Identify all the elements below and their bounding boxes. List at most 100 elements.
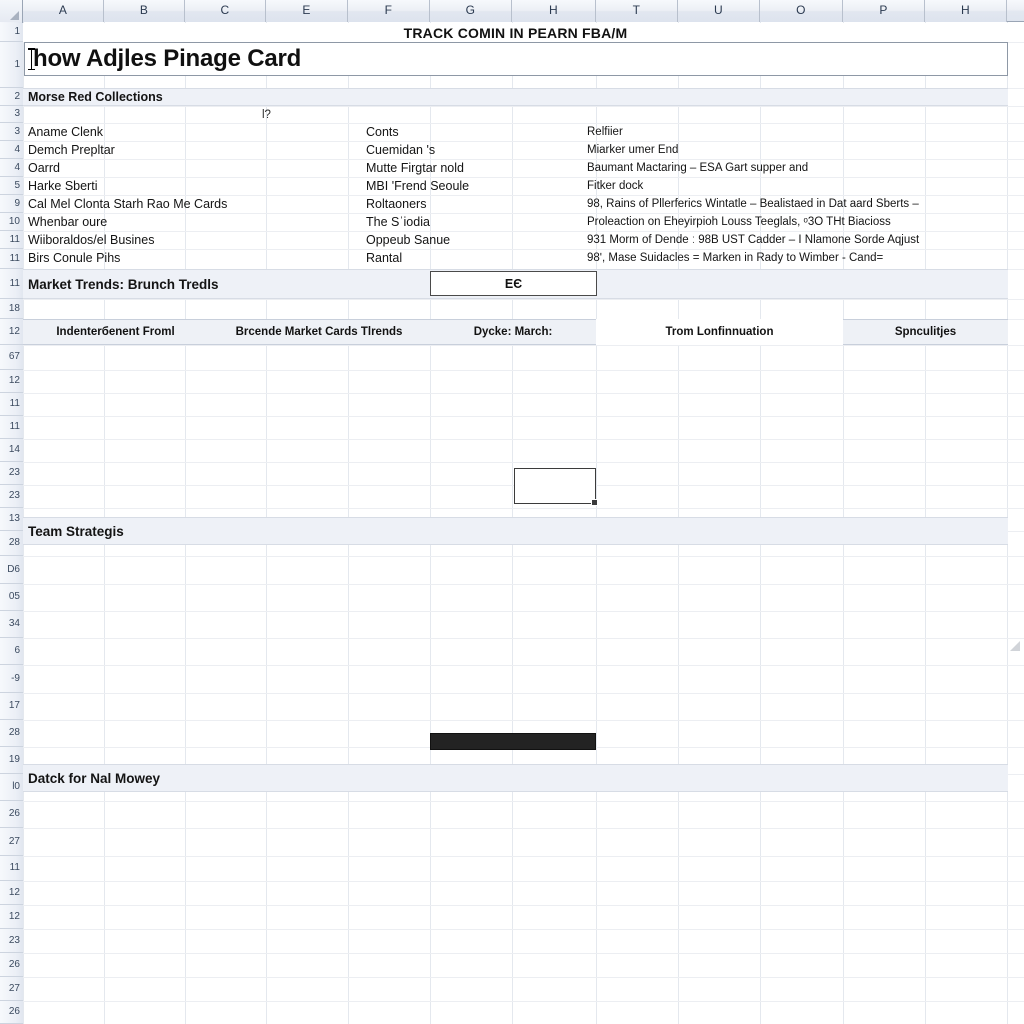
column-header-h-6[interactable]: H [512,0,596,22]
collection-row-name: Oarrd [28,161,60,175]
collection-row-name: Whenbar oure [28,215,108,229]
collection-row-detail: Miarker umer End [587,144,679,156]
row-header-8[interactable]: 9 [0,195,23,213]
market-table-column-header-3[interactable]: Trom Lonfinnuation [596,319,843,345]
filled-dark-cell-bar[interactable] [430,733,596,750]
row-header-9[interactable]: 10 [0,213,23,231]
row-header-25[interactable]: 05 [0,584,23,611]
row-header-31[interactable]: 19 [0,747,23,774]
row-header-20[interactable]: 23 [0,462,23,485]
row-header-13[interactable]: 18 [0,299,23,319]
row-header-30[interactable]: 28 [0,720,23,747]
text-caret-icon [28,48,35,70]
row-header-14[interactable]: 12 [0,319,23,345]
collection-row-detail: Baumant Mactaring – ESA Gart supper and [587,162,809,174]
grid-hline [23,801,1024,802]
row-header-41[interactable]: 26 [0,1001,23,1024]
collection-row-detail: Proleaction on Eheyirpioh Louss Teeglals… [587,216,891,228]
row-header-35[interactable]: 11 [0,856,23,881]
active-cell-selection[interactable] [514,468,598,506]
row-header-11[interactable]: 11 [0,249,23,269]
row-header-36[interactable]: 12 [0,881,23,905]
collection-row-name: Aname Clenk [28,125,104,139]
grid-hline [23,881,1024,882]
row-header-4[interactable]: 3 [0,123,23,141]
column-header-o-9[interactable]: O [760,0,843,22]
row-header-39[interactable]: 26 [0,953,23,977]
market-table-column-header-2[interactable]: Dycke: March: [430,319,596,345]
column-header-t-7[interactable]: T [596,0,678,22]
column-header-u-8[interactable]: U [678,0,760,22]
collection-row-mid: The Sˈiodia [366,215,430,229]
row-header-17[interactable]: 11 [0,393,23,416]
grid-hline [23,611,1024,612]
grid-hline [23,905,1024,906]
column-header-b-1[interactable]: B [104,0,185,22]
section-title-morse-red-collections: Morse Red Collections [28,90,163,104]
row-header-27[interactable]: 6 [0,638,23,665]
column-header-h-11[interactable]: H [925,0,1007,22]
grid-hline [23,584,1024,585]
grid-hline [23,556,1024,557]
collection-row-mid: Cuemidan 's [366,143,436,157]
market-table-column-header-4[interactable]: Spnculitjes [843,319,1008,345]
row-header-23[interactable]: 28 [0,531,23,556]
grid-hline [23,929,1024,930]
collection-row-detail: Fitker dock [587,180,644,192]
page-title-cell[interactable]: how Adjles Pinage Card [24,42,1008,76]
column-header-band[interactable]: ABCEFGHTUOPH [0,0,1024,22]
section-title-team-strategis: Team Strategis [28,523,124,539]
row-header-19[interactable]: 14 [0,439,23,462]
row-header-24[interactable]: D6 [0,556,23,584]
row-header-37[interactable]: 12 [0,905,23,929]
market-table-column-header-0[interactable]: Indenterбenent Froml [23,319,208,345]
market-value-box[interactable]: ЕЄ [430,271,597,296]
row-header-band[interactable]: 1 1 2 3 3 4 4 5 9 10 11 11 11 18 12 67 12 11 11 14 23 23 13 28 D… [0,22,23,1024]
row-header-10[interactable]: 11 [0,231,23,249]
row-header-34[interactable]: 27 [0,828,23,856]
row-header-0[interactable]: 1 [0,23,23,42]
grid-hline [23,345,1024,346]
column-header-f-4[interactable]: F [348,0,430,22]
column-header-a-0[interactable]: A [23,0,104,22]
spreadsheet-canvas[interactable]: Indenterбenent Froml Brcende Market Cards… [0,0,1024,1024]
row-header-12[interactable]: 11 [0,269,23,299]
row-header-32[interactable]: l0 [0,774,23,801]
grid-hline [23,977,1024,978]
column-header-p-10[interactable]: P [843,0,925,22]
column-header-c-2[interactable]: C [185,0,266,22]
collection-row-mid: Rantal [366,251,403,265]
row-header-1[interactable]: 1 [0,42,23,88]
row-header-16[interactable]: 12 [0,370,23,393]
grid-hline [23,856,1024,857]
row-header-18[interactable]: 11 [0,416,23,439]
grid-hline [23,828,1024,829]
grid-hline [23,953,1024,954]
row-header-2[interactable]: 2 [0,88,23,106]
fill-handle-icon[interactable] [591,499,598,506]
column-header-e-3[interactable]: E [266,0,348,22]
row-header-21[interactable]: 23 [0,485,23,508]
row-header-33[interactable]: 26 [0,801,23,828]
column-header-g-5[interactable]: G [430,0,512,22]
row-header-3[interactable]: 3 [0,106,23,123]
row-header-28[interactable]: -9 [0,665,23,693]
grid-hline [23,416,1024,417]
row-header-5[interactable]: 4 [0,141,23,159]
collection-row-name: Wiiboraldos/el Busines [28,233,155,247]
row-header-6[interactable]: 4 [0,159,23,177]
market-table-column-header-1[interactable]: Brcende Market Cards Tlrends [208,319,430,345]
grid-hline [23,439,1024,440]
row-header-26[interactable]: 34 [0,611,23,638]
collection-row-mid: Oppeub Sanue [366,233,451,247]
row-header-22[interactable]: 13 [0,508,23,531]
row-header-38[interactable]: 23 [0,929,23,953]
row-header-7[interactable]: 5 [0,177,23,195]
grid-hline [23,1001,1024,1002]
scroll-arrow-icon[interactable] [1008,640,1022,654]
row-header-15[interactable]: 67 [0,345,23,370]
select-all-corner-button[interactable] [0,0,23,22]
row-header-40[interactable]: 27 [0,977,23,1001]
row-header-29[interactable]: 17 [0,693,23,720]
collection-row-detail: 931 Morm of Dende ː 98B UST Cadder – I N… [587,234,920,246]
